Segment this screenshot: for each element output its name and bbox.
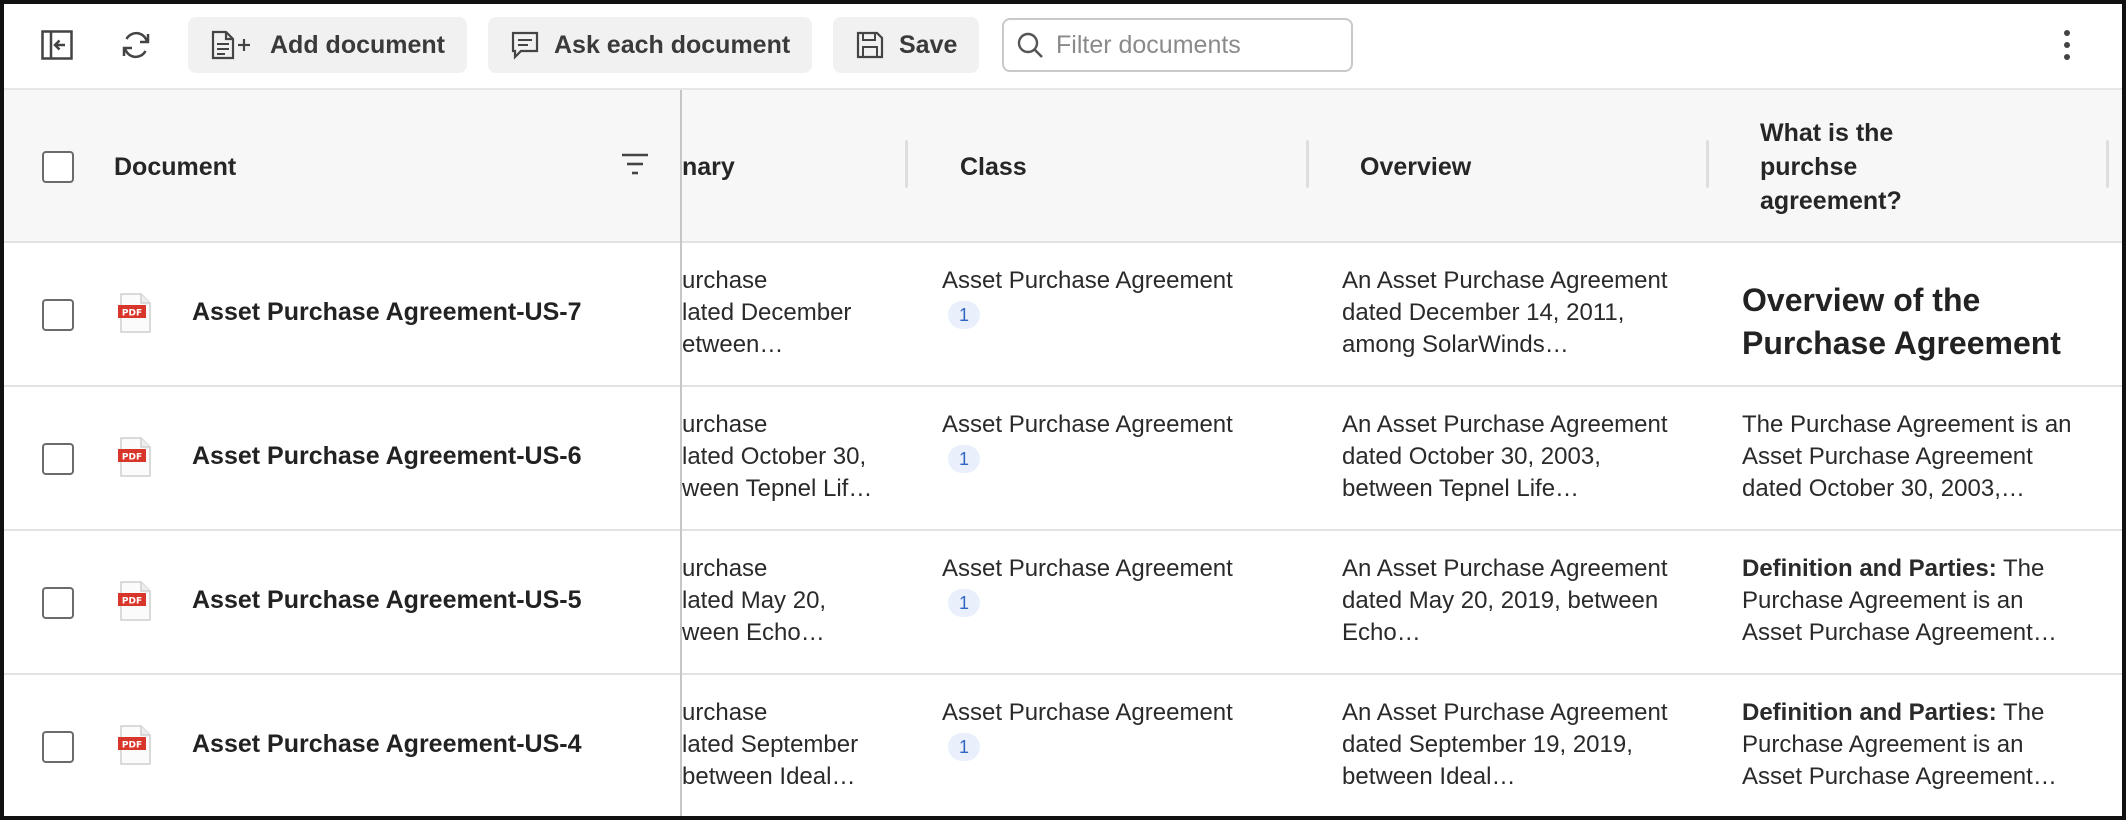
- add-document-button[interactable]: Add document: [188, 17, 467, 73]
- chat-bubble-icon: [511, 31, 539, 60]
- row-checkbox[interactable]: [42, 587, 74, 619]
- column-header-class[interactable]: Class: [960, 150, 1027, 184]
- select-all-checkbox[interactable]: [42, 151, 74, 183]
- svg-text:PDF: PDF: [122, 453, 142, 463]
- refresh-icon[interactable]: [116, 25, 156, 65]
- sidebar-collapse-icon[interactable]: [37, 25, 77, 65]
- table-row[interactable]: PDF Asset Purchase Agreement-US-6 urchas…: [4, 387, 2122, 531]
- overview-text: An Asset Purchase Agreement dated Septem…: [1342, 699, 1668, 790]
- document-name-link[interactable]: Asset Purchase Agreement-US-5: [192, 586, 582, 615]
- summary-line: urchase: [682, 267, 768, 294]
- column-resize-handle[interactable]: [1306, 140, 1309, 188]
- overview-cell: An Asset Purchase Agreement dated May 20…: [1342, 553, 1682, 653]
- answer-heading: Overview of the Purchase Agreement: [1742, 282, 2061, 361]
- column-header-summary[interactable]: nary: [682, 150, 735, 184]
- summary-line: lated October 30,: [682, 443, 867, 470]
- pdf-file-icon: PDF: [118, 293, 151, 333]
- summary-cell: urchase lated October 30, ween Tepnel Li…: [682, 409, 892, 509]
- answer-cell: The Purchase Agreement is an Asset Purch…: [1742, 409, 2092, 509]
- column-resize-handle[interactable]: [905, 140, 908, 188]
- ask-each-document-label: Ask each document: [554, 30, 791, 59]
- class-cell: Asset Purchase Agreement 1: [942, 409, 1282, 509]
- column-resize-handle[interactable]: [2106, 140, 2109, 188]
- column-header-question[interactable]: What is the purchse agreement?: [1760, 116, 1930, 218]
- overview-cell: An Asset Purchase Agreement dated Octobe…: [1342, 409, 1682, 509]
- answer-bold-lead: Definition and Parties:: [1742, 699, 1997, 726]
- svg-text:PDF: PDF: [122, 741, 142, 751]
- document-name-link[interactable]: Asset Purchase Agreement-US-6: [192, 442, 582, 471]
- class-count-badge: 1: [948, 301, 980, 329]
- table-row[interactable]: PDF Asset Purchase Agreement-US-4 urchas…: [4, 675, 2122, 816]
- class-cell: Asset Purchase Agreement 1: [942, 265, 1282, 365]
- document-plus-icon: [211, 30, 250, 60]
- overview-text: An Asset Purchase Agreement dated Decemb…: [1342, 267, 1668, 358]
- summary-cell: urchase lated September between Ideal…: [682, 697, 892, 797]
- pdf-file-icon: PDF: [118, 725, 151, 765]
- class-label: Asset Purchase Agreement: [942, 267, 1233, 294]
- answer-bold-lead: Definition and Parties:: [1742, 555, 1997, 582]
- table-row[interactable]: PDF Asset Purchase Agreement-US-7 urchas…: [4, 243, 2122, 387]
- filter-lines-icon[interactable]: [620, 152, 650, 181]
- save-label: Save: [899, 30, 958, 59]
- row-checkbox[interactable]: [42, 731, 74, 763]
- answer-text: Definition and Parties: The Purchase Agr…: [1742, 697, 2082, 793]
- column-header-overview[interactable]: Overview: [1360, 150, 1471, 184]
- row-checkbox[interactable]: [42, 299, 74, 331]
- document-name-link[interactable]: Asset Purchase Agreement-US-7: [192, 298, 582, 327]
- summary-line: ween Echo…: [682, 619, 825, 646]
- class-count-badge: 1: [948, 733, 980, 761]
- toolbar: Add document Ask each document Save: [4, 4, 2122, 90]
- summary-line: between Ideal…: [682, 763, 856, 790]
- filter-documents-search[interactable]: [1002, 18, 1353, 72]
- document-name-link[interactable]: Asset Purchase Agreement-US-4: [192, 730, 582, 759]
- class-count-badge: 1: [948, 445, 980, 473]
- save-button[interactable]: Save: [833, 17, 980, 73]
- class-label: Asset Purchase Agreement: [942, 555, 1233, 582]
- summary-line: etween…: [682, 331, 784, 358]
- summary-line: urchase: [682, 411, 768, 438]
- overview-cell: An Asset Purchase Agreement dated Decemb…: [1342, 265, 1682, 365]
- class-cell: Asset Purchase Agreement 1: [942, 697, 1282, 797]
- column-header-document[interactable]: Document: [114, 150, 236, 184]
- summary-line: urchase: [682, 699, 768, 726]
- filter-documents-input[interactable]: [1056, 30, 1336, 60]
- answer-cell: Overview of the Purchase Agreement: [1742, 279, 2082, 375]
- class-count-badge: 1: [948, 589, 980, 617]
- class-label: Asset Purchase Agreement: [942, 699, 1233, 726]
- summary-line: lated May 20,: [682, 587, 827, 614]
- overview-text: An Asset Purchase Agreement dated May 20…: [1342, 555, 1668, 646]
- answer-text: Definition and Parties: The Purchase Agr…: [1742, 553, 2082, 649]
- table-row[interactable]: PDF Asset Purchase Agreement-US-5 urchas…: [4, 531, 2122, 675]
- summary-line: urchase: [682, 555, 768, 582]
- summary-cell: urchase lated December etween…: [682, 265, 892, 365]
- svg-text:PDF: PDF: [122, 597, 142, 607]
- overview-cell: An Asset Purchase Agreement dated Septem…: [1342, 697, 1682, 797]
- add-document-label: Add document: [270, 30, 445, 59]
- overview-text: An Asset Purchase Agreement dated Octobe…: [1342, 411, 1668, 502]
- floppy-disk-icon: [856, 31, 884, 59]
- answer-cell: Definition and Parties: The Purchase Agr…: [1742, 697, 2082, 797]
- search-icon: [1017, 32, 1043, 58]
- summary-line: lated September: [682, 731, 859, 758]
- answer-cell: Definition and Parties: The Purchase Agr…: [1742, 553, 2082, 653]
- pdf-file-icon: PDF: [118, 581, 151, 621]
- table-header: Document nary Class Overview What is the…: [4, 90, 2122, 243]
- svg-text:PDF: PDF: [122, 309, 142, 319]
- pinned-column-divider[interactable]: [680, 90, 682, 816]
- row-checkbox[interactable]: [42, 443, 74, 475]
- class-cell: Asset Purchase Agreement 1: [942, 553, 1282, 653]
- summary-line: lated December: [682, 299, 852, 326]
- summary-cell: urchase lated May 20, ween Echo…: [682, 553, 892, 653]
- app-window: Add document Ask each document Save Docu…: [0, 0, 2126, 820]
- answer-text: The Purchase Agreement is an Asset Purch…: [1742, 411, 2072, 502]
- class-label: Asset Purchase Agreement: [942, 411, 1233, 438]
- column-resize-handle[interactable]: [1706, 140, 1709, 188]
- more-vertical-icon[interactable]: [2047, 25, 2087, 65]
- summary-line: ween Tepnel Lif…: [682, 475, 873, 502]
- ask-each-document-button[interactable]: Ask each document: [488, 17, 813, 73]
- pdf-file-icon: PDF: [118, 437, 151, 477]
